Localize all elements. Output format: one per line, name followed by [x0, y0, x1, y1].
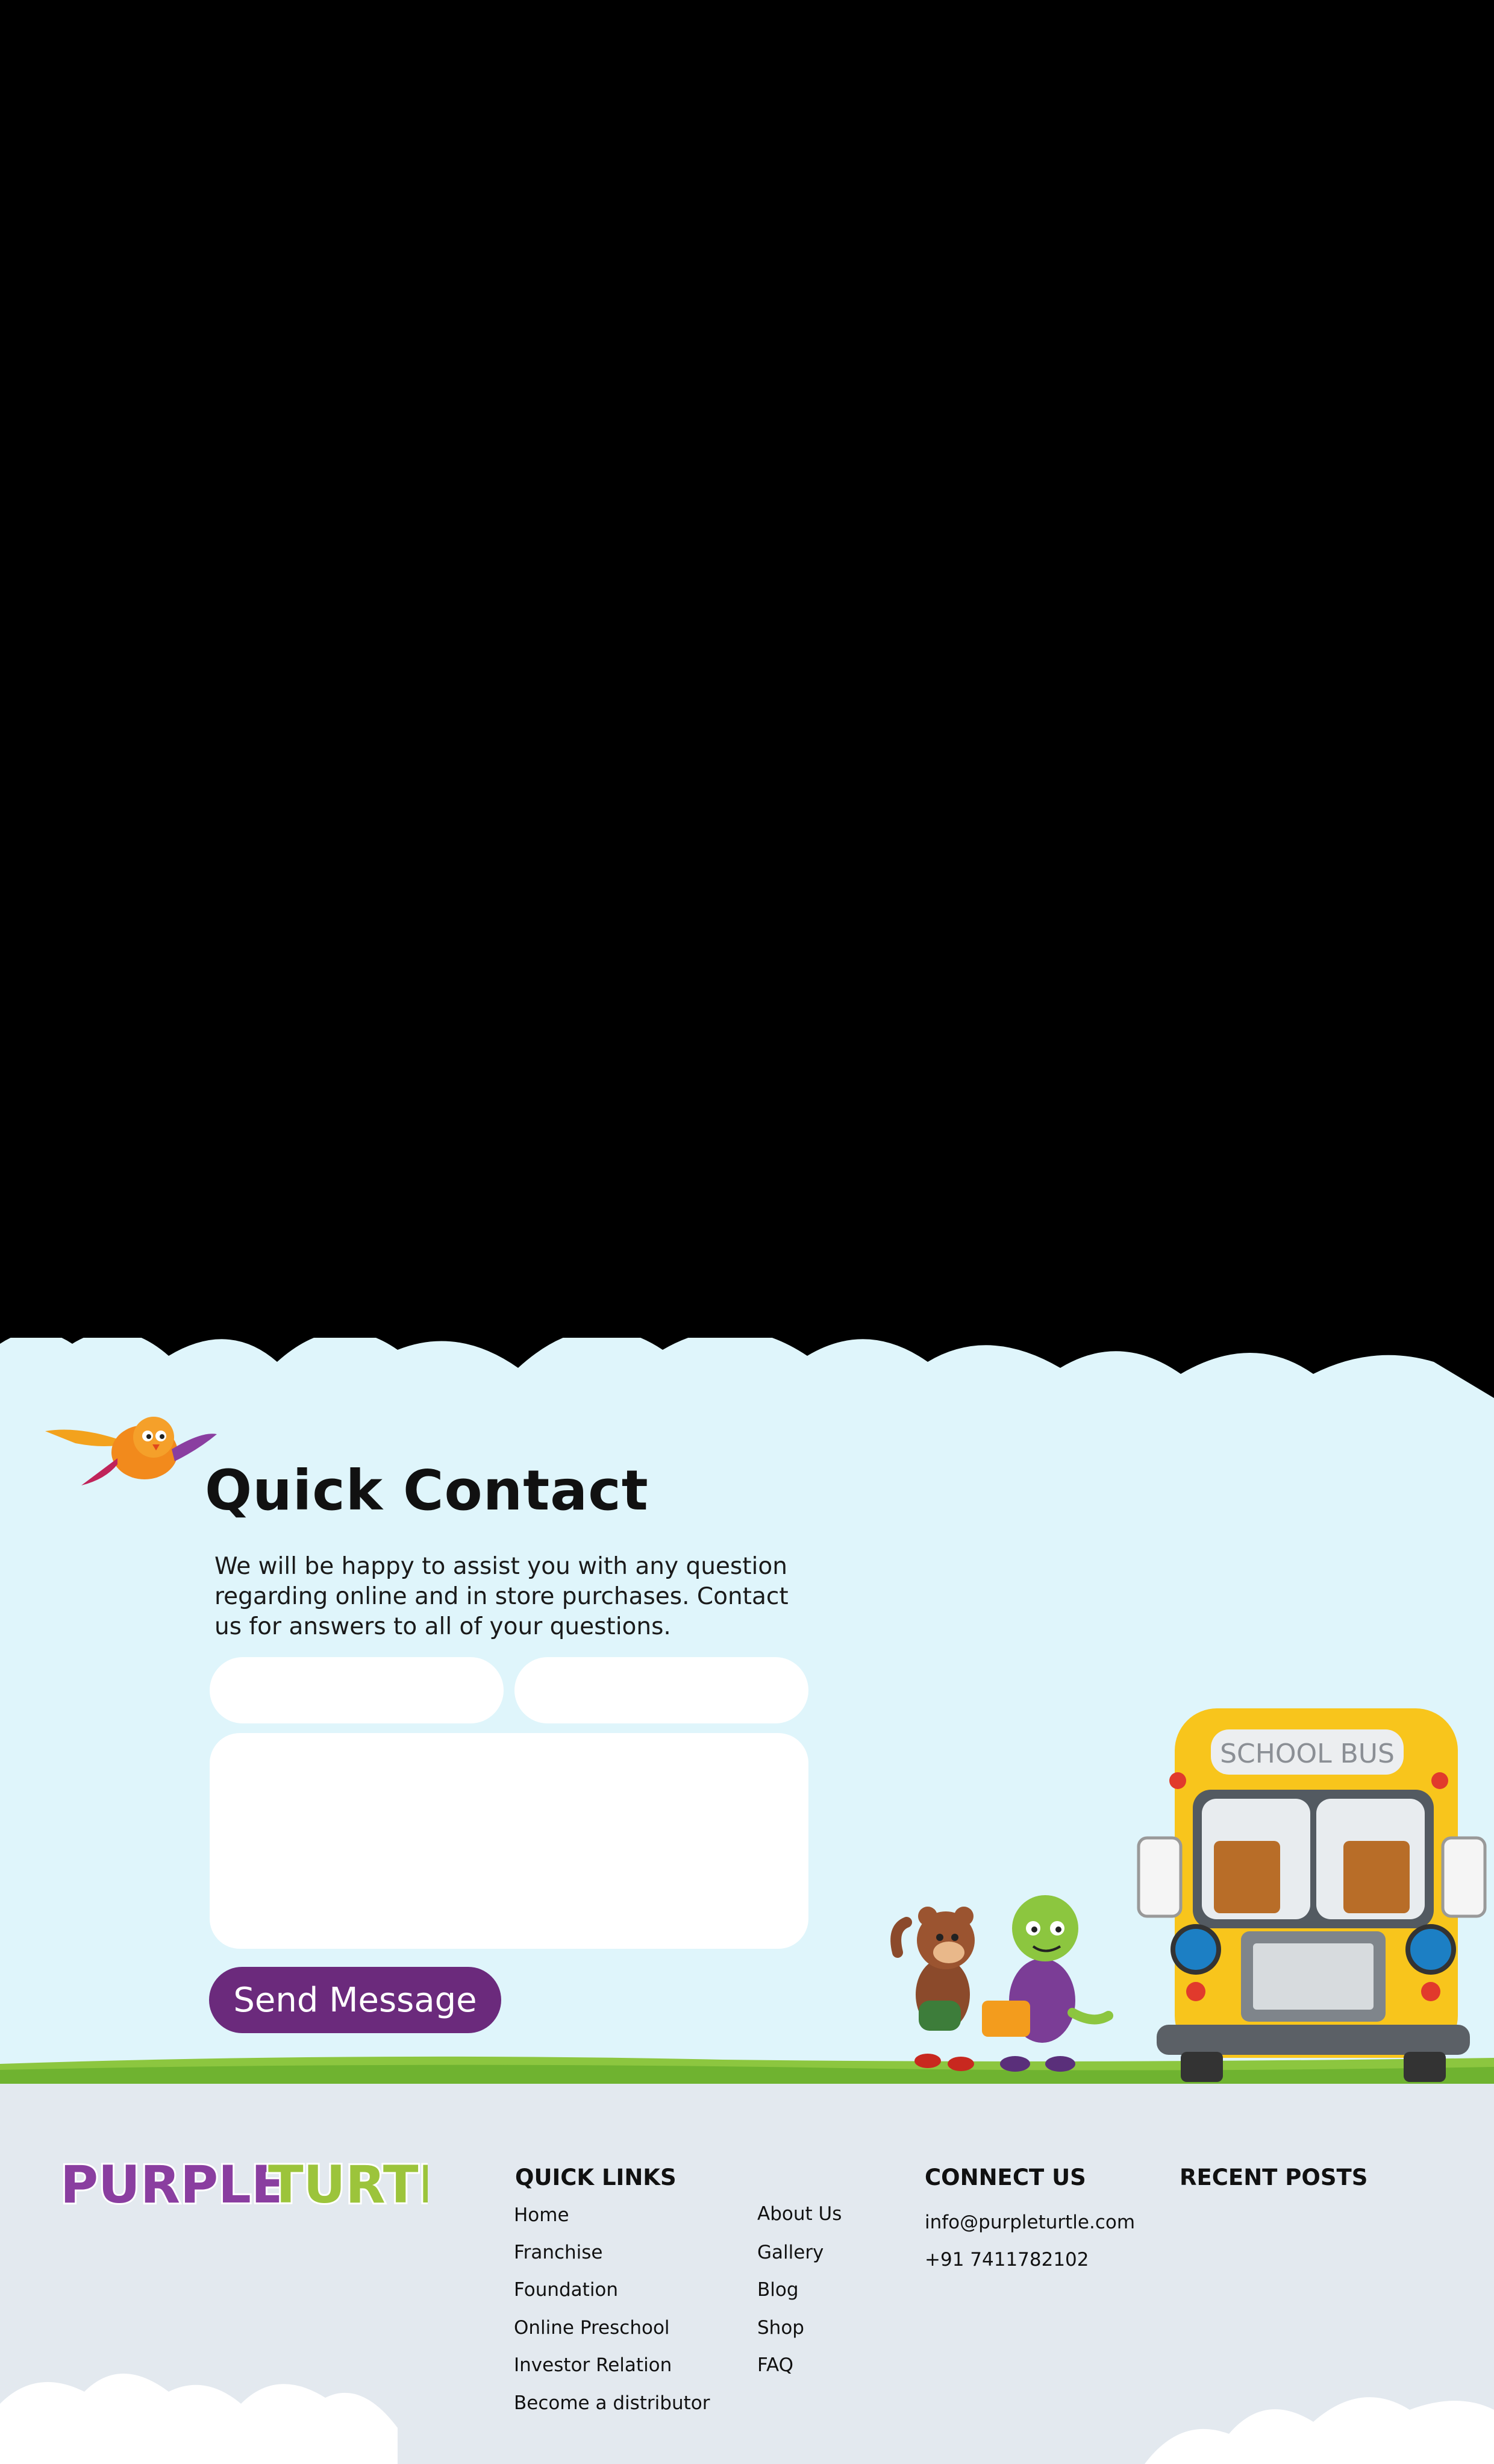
footer-link-about-us[interactable]: About Us: [757, 2203, 842, 2225]
footer-link-franchise[interactable]: Franchise: [514, 2242, 603, 2263]
send-message-button[interactable]: Send Message: [209, 1967, 501, 2033]
bird-icon: [45, 1417, 217, 1485]
footer-link-online-preschool[interactable]: Online Preschool: [514, 2317, 670, 2339]
footer-link-investor-relation[interactable]: Investor Relation: [514, 2354, 672, 2376]
email-field[interactable]: [514, 1657, 808, 1723]
footer-link-shop[interactable]: Shop: [757, 2317, 804, 2339]
school-bus-illustration: SCHOOL BUS: [1137, 1708, 1487, 2082]
footer-link-become-distributor[interactable]: Become a distributor: [514, 2392, 710, 2414]
bear-and-turtle-illustration: [890, 1895, 1113, 2072]
black-banner: [0, 0, 1494, 1398]
footer-link-home[interactable]: Home: [514, 2204, 569, 2226]
contact-email-link[interactable]: info@purpleturtle.com: [925, 2212, 1135, 2233]
connect-us-heading: CONNECT US: [925, 2165, 1086, 2190]
purple-turtle-logo[interactable]: PURPLE TURTLE: [54, 2151, 428, 2218]
svg-text:PURPLE: PURPLE: [60, 2155, 287, 2215]
bus-sign: SCHOOL BUS: [1220, 1738, 1395, 1769]
recent-posts-heading: RECENT POSTS: [1180, 2165, 1368, 2190]
footer-link-gallery[interactable]: Gallery: [757, 2242, 824, 2263]
quick-links-heading: QUICK LINKS: [515, 2165, 677, 2190]
quick-contact-title: Quick Contact: [205, 1458, 649, 1523]
contact-phone-link[interactable]: +91 7411782102: [925, 2249, 1089, 2271]
contact-description: We will be happy to assist you with any …: [214, 1553, 789, 1640]
footer: [0, 2084, 1494, 2464]
message-field[interactable]: [210, 1733, 808, 1949]
footer-link-blog[interactable]: Blog: [757, 2279, 799, 2301]
name-field[interactable]: [210, 1657, 504, 1723]
footer-link-faq[interactable]: FAQ: [757, 2354, 793, 2376]
svg-text:TURTLE: TURTLE: [268, 2155, 428, 2215]
footer-link-foundation[interactable]: Foundation: [514, 2279, 618, 2301]
footer-clouds-illustration: [0, 2374, 1494, 2464]
